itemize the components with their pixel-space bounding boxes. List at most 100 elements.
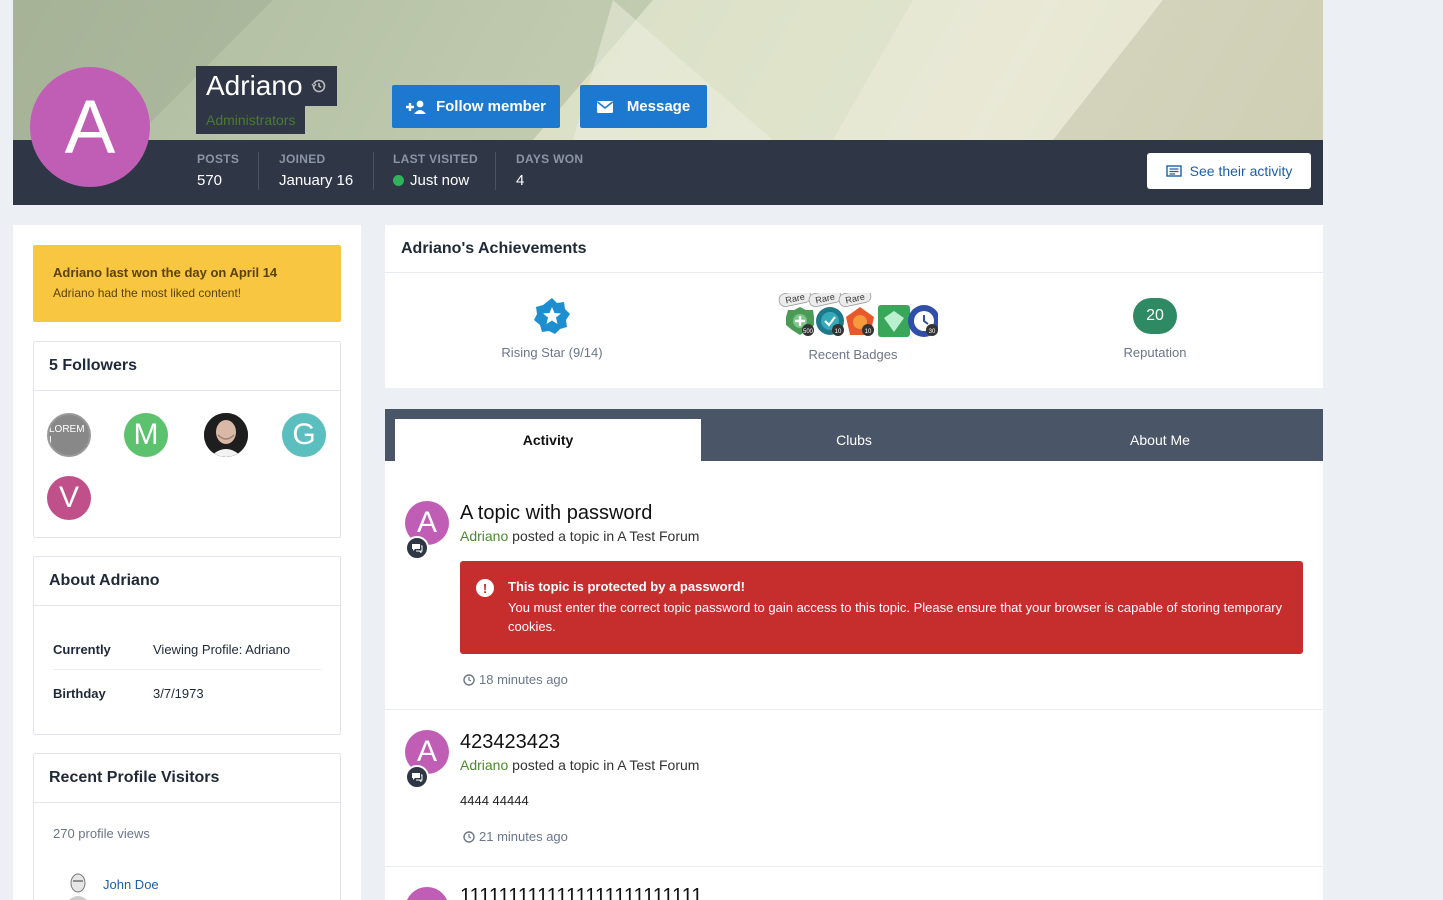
entry-avatar[interactable]	[405, 887, 449, 900]
stat-label: JOINED	[279, 152, 326, 166]
alert-body: You must enter the correct topic passwor…	[508, 600, 1283, 634]
badge-count: 10	[865, 329, 872, 335]
entry-avatar-clip	[405, 887, 449, 900]
stat-value: Just now	[393, 172, 478, 189]
stat-value: 4	[516, 172, 525, 189]
follower-avatar[interactable]: G	[282, 413, 326, 457]
chat-icon	[405, 536, 429, 560]
history-icon[interactable]	[310, 78, 327, 94]
rare-tag: Rare	[785, 293, 806, 305]
about-row: Birthday 3/7/1973	[53, 686, 321, 701]
reputation-item[interactable]: 20 Reputation	[1105, 298, 1205, 360]
rare-tag: Rare	[815, 293, 836, 305]
visitor-avatar[interactable]	[64, 872, 92, 900]
online-indicator-icon	[393, 175, 404, 186]
follower-avatar[interactable]	[204, 413, 248, 457]
about-value: 3/7/1973	[153, 686, 204, 701]
tab-about-me[interactable]: About Me	[1007, 419, 1313, 461]
follower-avatar[interactable]: V	[47, 476, 91, 520]
badge-count: 500	[803, 329, 814, 335]
rare-tag: Rare	[845, 293, 866, 305]
about-value: Viewing Profile: Adriano	[153, 642, 291, 657]
tab-activity[interactable]: Activity	[395, 419, 701, 461]
stat-value: 570	[197, 172, 223, 189]
rank-star-icon	[534, 298, 570, 334]
entry-author-link[interactable]: Adriano	[460, 757, 508, 773]
about-key: Birthday	[53, 686, 106, 701]
entry-action: posted a topic in A Test Forum	[512, 757, 700, 773]
stat-value: January 16	[279, 172, 354, 189]
followers-title: 5 Followers	[34, 342, 340, 391]
follow-member-label: Follow member	[435, 98, 547, 115]
stat-posts: POSTS 570	[197, 152, 239, 190]
profile-name-text: Adriano	[206, 70, 303, 101]
see-activity-button[interactable]: See their activity	[1147, 153, 1311, 189]
stat-divider	[258, 152, 259, 190]
entry-time[interactable]: 21 minutes ago	[463, 829, 568, 844]
profile-tabs: Activity Clubs About Me	[385, 409, 1323, 461]
password-alert: ! This topic is protected by a password!…	[460, 561, 1303, 654]
stat-last-visited: LAST VISITED Just now	[393, 152, 478, 190]
tab-clubs[interactable]: Clubs	[701, 419, 1007, 461]
stat-label: POSTS	[197, 152, 240, 166]
reputation-label: Reputation	[1123, 345, 1187, 360]
about-divider	[53, 669, 321, 670]
entry-title[interactable]: A topic with password	[460, 502, 652, 525]
see-activity-label: See their activity	[1189, 163, 1293, 179]
badges-stack-icon: Rare Rare Rare 500 10 10 30	[778, 293, 938, 337]
message-button[interactable]: Message	[580, 85, 707, 128]
entry-author-link[interactable]: Adriano	[460, 528, 508, 544]
follower-initial: G	[292, 418, 316, 451]
stat-divider	[495, 152, 496, 190]
profile-views: 270 profile views	[53, 826, 150, 841]
entry-title[interactable]: 1111111111111111111111111	[460, 885, 702, 900]
rank-label: Rising Star (9/14)	[501, 345, 603, 360]
entry-time[interactable]: 18 minutes ago	[463, 672, 568, 687]
envelope-icon	[596, 100, 613, 113]
clock-icon	[463, 830, 475, 843]
stat-label: LAST VISITED	[393, 152, 478, 166]
day-won-title: Adriano last won the day on April 14	[53, 265, 278, 280]
reputation-badge: 20	[1133, 298, 1177, 334]
profile-name: Adriano	[196, 66, 337, 106]
clock-icon	[463, 673, 475, 686]
day-won-notice: Adriano last won the day on April 14 Adr…	[33, 245, 341, 322]
about-row: Currently Viewing Profile: Adriano	[53, 642, 321, 657]
entry-time-text: 21 minutes ago	[479, 829, 568, 844]
profile-avatar[interactable]: A	[30, 67, 150, 187]
stat-divider	[373, 152, 374, 190]
rank-item[interactable]: Rising Star (9/14)	[497, 297, 607, 360]
entry-meta: Adriano posted a topic in A Test Forum	[460, 528, 699, 544]
last-visited-value: Just now	[410, 172, 470, 189]
chat-icon	[405, 765, 429, 789]
day-won-subtitle: Adriano had the most liked content!	[53, 286, 242, 300]
about-key: Currently	[53, 642, 111, 657]
recent-badges-label: Recent Badges	[808, 347, 898, 362]
newspaper-icon	[1165, 165, 1182, 177]
entry-title[interactable]: 423423423	[460, 731, 560, 754]
follower-initial: LOREM I	[49, 424, 85, 446]
achievements-panel: Adriano's Achievements Rising Star (9/14…	[385, 225, 1323, 388]
followers-widget: 5 Followers LOREM I M G V	[33, 341, 341, 538]
badge-count: 30	[929, 329, 936, 335]
follower-initial: M	[133, 418, 159, 451]
person-photo-icon	[204, 413, 248, 457]
stat-label: DAYS WON	[516, 152, 584, 166]
stat-days-won: DAYS WON 4	[516, 152, 583, 190]
visitor-name-link[interactable]: John Doe	[103, 877, 159, 892]
follower-avatar[interactable]: LOREM I	[47, 413, 91, 457]
about-title: About Adriano	[34, 557, 340, 606]
entry-time-text: 18 minutes ago	[479, 672, 568, 687]
feed-divider	[385, 866, 1323, 867]
entry-meta: Adriano posted a topic in A Test Forum	[460, 757, 699, 773]
follower-avatar[interactable]: M	[124, 413, 168, 457]
stat-joined: JOINED January 16	[279, 152, 353, 190]
entry-action: posted a topic in A Test Forum	[512, 528, 700, 544]
badge-count: 10	[835, 329, 842, 335]
recent-badges-item[interactable]: Rare Rare Rare 500 10 10 30 Recent Badge	[763, 293, 943, 362]
feed-divider	[385, 709, 1323, 710]
exclamation-icon: !	[476, 579, 494, 597]
visitors-title: Recent Profile Visitors	[34, 754, 340, 803]
achievements-title: Adriano's Achievements	[385, 225, 1323, 273]
follow-member-button[interactable]: Follow member	[392, 85, 560, 128]
